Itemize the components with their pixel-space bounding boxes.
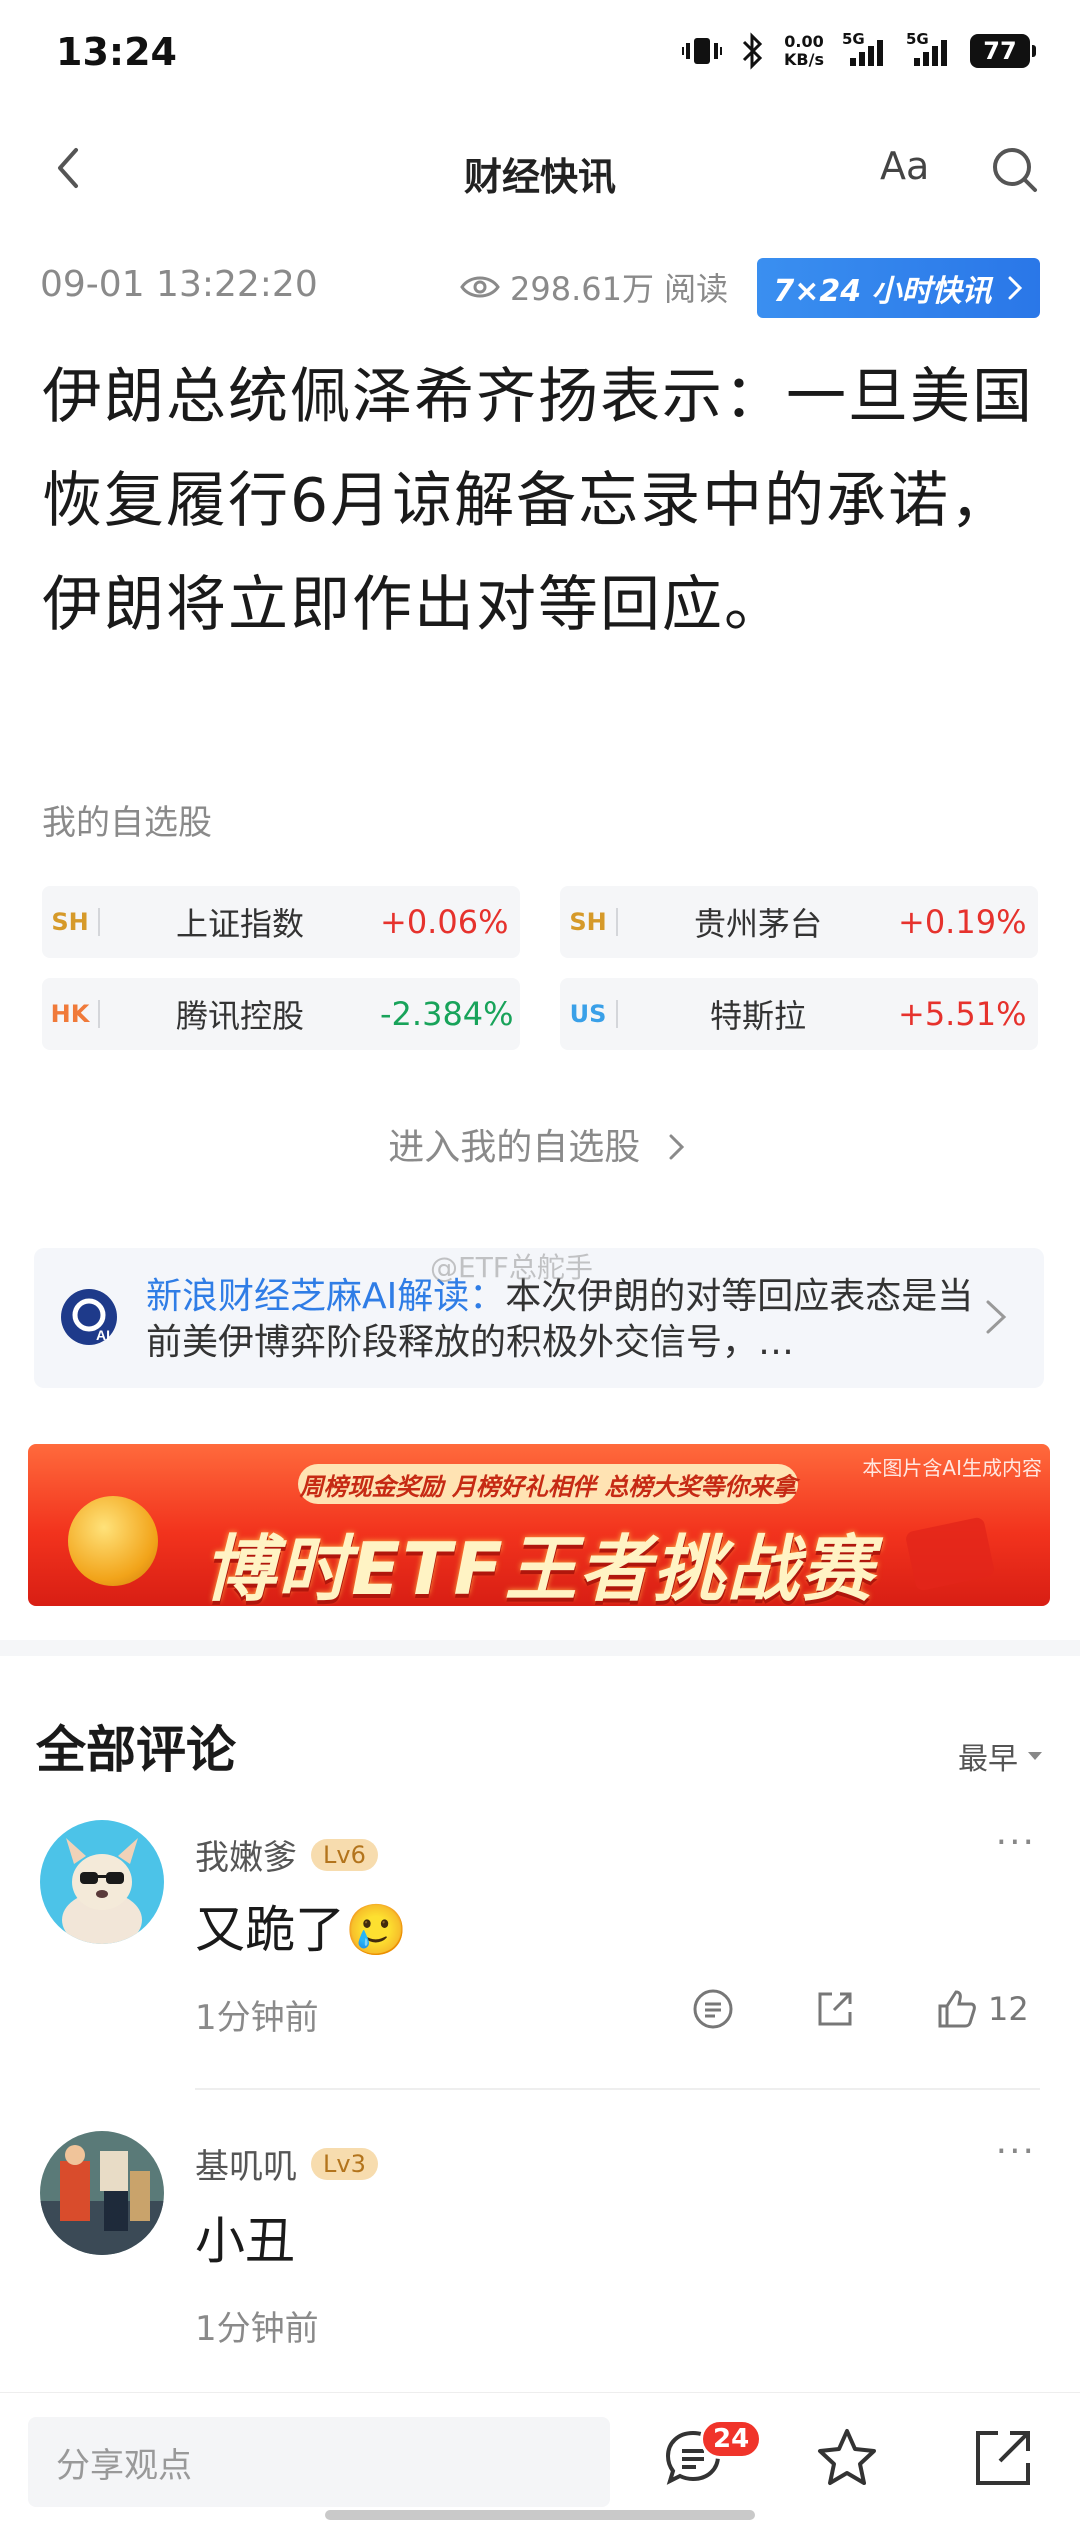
reply-button[interactable]: [690, 1986, 812, 2032]
stock-change: -2.384%: [380, 995, 514, 1033]
watermark: @ETF总舵手: [430, 1251, 593, 1284]
headline: 伊朗总统佩泽希齐扬表示：一旦美国恢复履行6月谅解备忘录中的承诺，伊朗将立即作出对…: [42, 362, 1034, 640]
stock-change: +0.19%: [898, 903, 1027, 941]
share-button[interactable]: [812, 1986, 934, 2032]
read-count: 298.61万 阅读: [460, 264, 728, 310]
banner-subtitle: 周榜现金奖励 月榜好礼相伴 总榜大奖等你来拿: [298, 1464, 798, 1504]
more-button[interactable]: ···: [996, 1822, 1036, 1863]
speed-value: 0.00: [784, 32, 824, 51]
article-meta: 09-01 13:22:20 298.61万 阅读 7×24 小时快讯: [0, 250, 1080, 330]
watchlist-title: 我的自选股: [42, 803, 212, 843]
ai-logo-text: AI: [96, 1327, 110, 1343]
banner-ai-note: 本图片含AI生成内容: [862, 1456, 1042, 1480]
share-opinion-input[interactable]: 分享观点: [28, 2417, 610, 2507]
share-button[interactable]: [968, 2423, 1038, 2493]
avatar[interactable]: [40, 2131, 164, 2255]
sort-label: 最早: [958, 1742, 1018, 1777]
live-news-label: 7×24 小时快讯: [773, 274, 992, 309]
search-icon: [993, 148, 1037, 192]
market-tag: HK: [42, 1000, 100, 1028]
comment-item: 我嫩爹 Lv6 ··· 又跪了🥲 1分钟前 12: [0, 1810, 1080, 2100]
enter-watchlist-label: 进入我的自选股: [388, 1127, 641, 1168]
font-size-button[interactable]: Aa: [880, 144, 929, 188]
signal-icon: 5G: [842, 30, 888, 68]
search-button[interactable]: [985, 140, 1045, 200]
net-label: 5G: [842, 30, 865, 48]
home-indicator: [325, 2510, 755, 2520]
like-button[interactable]: 12: [934, 1986, 1056, 2032]
stock-item[interactable]: SH 贵州茅台 +0.19%: [560, 886, 1038, 958]
stock-name: 上证指数: [175, 905, 304, 943]
comment-icon: [693, 1989, 733, 2029]
status-icons: 0.00 KB/s 5G 5G 77: [682, 30, 1036, 70]
username: 基叽叽: [195, 2147, 297, 2187]
comment-item: 基叽叽 Lv3 ··· 小丑 1分钟前: [0, 2125, 1080, 2385]
ai-logo-icon: AI: [61, 1289, 117, 1345]
eye-icon: [460, 276, 500, 298]
publish-time: 09-01 13:22:20: [40, 264, 318, 305]
stock-item[interactable]: HK 腾讯控股 -2.384%: [42, 978, 520, 1050]
username: 我嫩爹: [195, 1838, 297, 1878]
bluetooth-icon: [740, 32, 766, 70]
market-tag: SH: [42, 908, 100, 936]
battery-icon: 77: [970, 34, 1036, 68]
enter-watchlist-link[interactable]: 进入我的自选股: [0, 1118, 1080, 1170]
vibrate-icon: [682, 34, 723, 68]
stock-name: 特斯拉: [709, 997, 806, 1035]
chevron-right-icon: [669, 1134, 684, 1160]
star-icon: [818, 2429, 876, 2485]
thumbs-up-icon: [938, 1990, 976, 2028]
comment-time: 1分钟前: [195, 2309, 319, 2349]
top-nav: 财经快讯 Aa: [0, 110, 1080, 230]
level-badge: Lv6: [311, 1838, 378, 1871]
signal-icon-2: 5G: [906, 30, 952, 68]
status-time: 13:24: [56, 30, 177, 74]
speed-unit: KB/s: [784, 50, 824, 69]
comments-title: 全部评论: [36, 1721, 236, 1779]
comment-user[interactable]: 我嫩爹 Lv6: [195, 1830, 378, 1879]
comment-user[interactable]: 基叽叽 Lv3: [195, 2139, 378, 2188]
like-count: 12: [988, 1990, 1029, 2028]
banner-title: 博时ETF王者挑战赛: [203, 1527, 875, 1606]
stock-item[interactable]: SH 上证指数 +0.06%: [42, 886, 520, 958]
chevron-right-icon: [986, 1300, 1007, 1334]
promo-banner[interactable]: 周榜现金奖励 月榜好礼相伴 总榜大奖等你来拿 博时ETF王者挑战赛 本图片含AI…: [28, 1444, 1050, 1606]
favorite-button[interactable]: [812, 2423, 882, 2493]
market-tag: US: [560, 1000, 618, 1028]
comment-text: 小丑: [195, 2212, 295, 2270]
comment-actions: 12: [690, 1986, 1056, 2032]
sort-dropdown[interactable]: 最早: [958, 1734, 1044, 1778]
comment-text: 又跪了🥲: [195, 1901, 408, 1959]
comment-time: 1分钟前: [195, 1998, 319, 2038]
net-label-2: 5G: [906, 30, 929, 48]
comment-divider: [195, 2088, 1040, 2090]
stock-name: 腾讯控股: [175, 997, 304, 1035]
ai-summary: 新浪财经芝麻AI解读：本次伊朗的对等回应表态是当前美伊博弈阶段释放的积极外交信号…: [146, 1274, 976, 1366]
share-icon: [818, 1992, 852, 2026]
market-tag: SH: [560, 908, 618, 936]
comment-count-badge: 24: [700, 2419, 763, 2459]
level-badge: Lv3: [311, 2147, 378, 2180]
section-divider: [0, 1640, 1080, 1656]
more-button[interactable]: ···: [996, 2131, 1036, 2172]
network-speed: 0.00 KB/s: [784, 33, 824, 69]
stock-item[interactable]: US 特斯拉 +5.51%: [560, 978, 1038, 1050]
share-icon: [976, 2431, 1030, 2485]
stock-name: 贵州茅台: [693, 905, 822, 943]
status-bar: 13:24 0.00 KB/s 5G 5G 77: [0, 0, 1080, 110]
chevron-right-icon: [1008, 276, 1022, 300]
avatar[interactable]: [40, 1820, 164, 1944]
stock-change: +5.51%: [898, 995, 1027, 1033]
stock-change: +0.06%: [380, 903, 509, 941]
read-count-text: 298.61万 阅读: [510, 270, 729, 308]
live-news-badge[interactable]: 7×24 小时快讯: [757, 258, 1040, 318]
caret-down-icon: [1028, 1752, 1042, 1760]
